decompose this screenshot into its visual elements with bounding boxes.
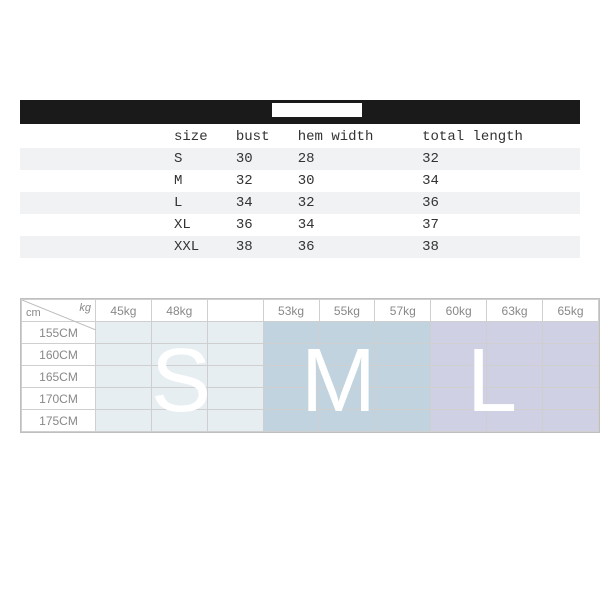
table-row: L343236 — [20, 192, 580, 214]
table-row: 175CM — [22, 410, 599, 432]
height-weight-chart: cm kg 45kg 48kg 53kg 55kg 57kg 60kg 63kg… — [20, 298, 600, 433]
hw-corner-cell: cm kg — [22, 300, 96, 322]
table-row: 160CM — [22, 344, 599, 366]
table-row: M323034 — [20, 170, 580, 192]
white-patch — [272, 103, 362, 117]
table-row: 170CM — [22, 388, 599, 410]
table-row: XL363437 — [20, 214, 580, 236]
table-row: XXL383638 — [20, 236, 580, 258]
table-row: 165CM — [22, 366, 599, 388]
hw-table: cm kg 45kg 48kg 53kg 55kg 57kg 60kg 63kg… — [21, 299, 599, 432]
table-row: 155CM — [22, 322, 599, 344]
col-size: size — [170, 126, 232, 148]
col-hem: hem width — [294, 126, 418, 148]
col-total: total length — [418, 126, 580, 148]
size-table: size bust hem width total length S302832… — [20, 126, 580, 258]
header-bar — [20, 100, 580, 124]
table-row: S302832 — [20, 148, 580, 170]
col-bust: bust — [232, 126, 294, 148]
size-table-header: size bust hem width total length — [20, 126, 580, 148]
hw-header-row: cm kg 45kg 48kg 53kg 55kg 57kg 60kg 63kg… — [22, 300, 599, 322]
